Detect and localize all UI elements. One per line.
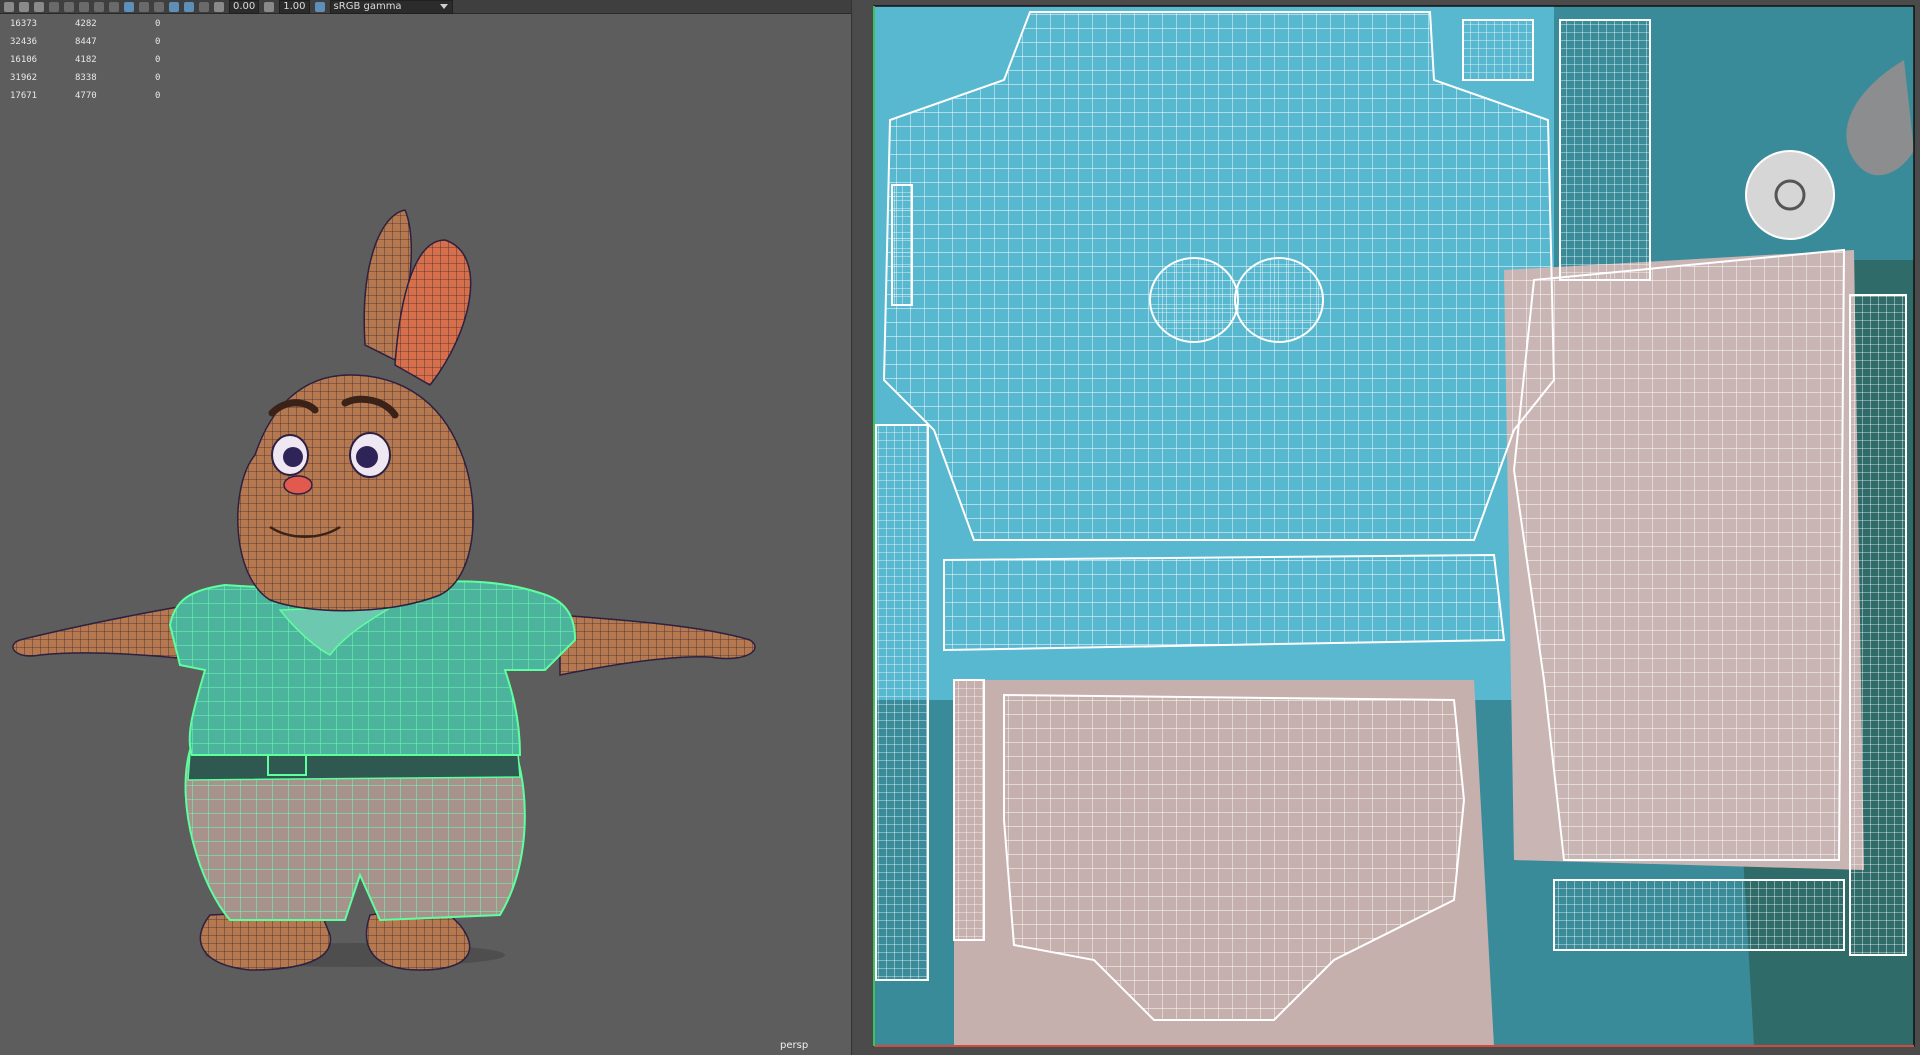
uv-shell-button[interactable]: [1745, 150, 1835, 240]
uv-shell-small-block[interactable]: [1462, 19, 1534, 81]
xray-icon[interactable]: [184, 1, 194, 12]
uv-shell-belt-loops[interactable]: [1553, 879, 1845, 951]
wireframe-icon[interactable]: [94, 1, 104, 12]
film-gate-icon[interactable]: [64, 1, 74, 12]
chevron-down-icon[interactable]: [439, 4, 448, 9]
select-tool-icon[interactable]: [4, 1, 14, 12]
uv-shell-waistband[interactable]: [943, 553, 1506, 652]
uv-shell-strip-right[interactable]: [1849, 294, 1907, 956]
paint-tool-icon[interactable]: [34, 1, 44, 12]
grid-icon[interactable]: [49, 1, 59, 12]
uv-editor-panel[interactable]: [854, 0, 1920, 1055]
gamma-field[interactable]: 1.00: [279, 0, 310, 14]
uv-shell-strip-top-right[interactable]: [1559, 19, 1651, 281]
uv-shell-collar-left[interactable]: [1149, 257, 1239, 343]
nose: [283, 475, 313, 495]
resolution-gate-icon[interactable]: [199, 1, 209, 12]
uv-shell-strip-pants[interactable]: [953, 679, 985, 941]
shadow-icon[interactable]: [154, 1, 164, 12]
bunny-model[interactable]: [0, 15, 851, 1055]
camera-icon[interactable]: [79, 1, 89, 12]
texture-icon[interactable]: [124, 1, 134, 12]
colorspace-dropdown[interactable]: sRGB gamma: [329, 0, 453, 14]
camera-label: persp: [780, 1040, 809, 1051]
isolate-icon[interactable]: [169, 1, 179, 12]
right-pupil: [356, 446, 378, 468]
uv-texture-view[interactable]: [854, 0, 1920, 1055]
uv-shell-small-strip[interactable]: [891, 184, 913, 306]
left-pupil: [283, 447, 303, 467]
colorspace-icon[interactable]: [314, 1, 325, 12]
lighting-icon[interactable]: [139, 1, 149, 12]
perspective-viewport[interactable]: 16373 4282 0 32436 8447 0 16106 4182 0 31962 83…: [0, 15, 851, 1055]
belt: [187, 752, 521, 781]
exposure-field[interactable]: 0.00: [229, 0, 260, 14]
uv-shell-shorts-side[interactable]: [1512, 248, 1846, 861]
gamma-icon[interactable]: [264, 1, 275, 12]
exposure-icon[interactable]: [214, 1, 224, 12]
viewport-toolbar: 0.00 1.00 sRGB gamma: [0, 0, 851, 14]
uv-shell-strip-left[interactable]: [875, 424, 929, 981]
right-arm: [559, 614, 756, 676]
uv-shell-collar-right[interactable]: [1234, 257, 1324, 343]
lasso-tool-icon[interactable]: [19, 1, 29, 12]
shaded-icon[interactable]: [109, 1, 119, 12]
